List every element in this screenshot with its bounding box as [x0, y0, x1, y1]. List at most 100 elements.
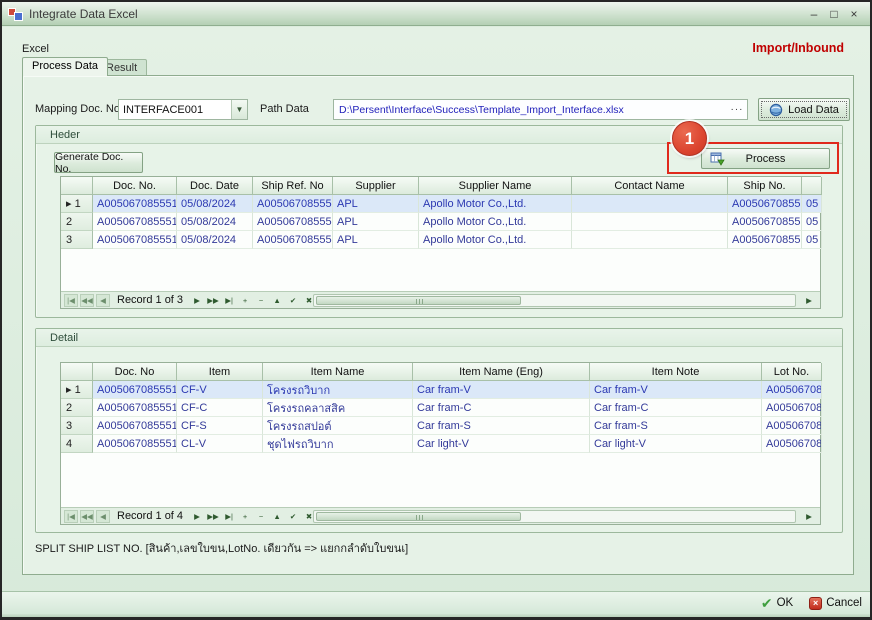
grid-cell[interactable]: A0050670855511 — [93, 417, 177, 435]
row-indicator[interactable]: 4 — [61, 435, 93, 453]
grid-cell[interactable] — [572, 231, 728, 249]
grid-cell[interactable]: A0050670855513 — [93, 231, 177, 249]
table-row[interactable]: 4A0050670855511CL-VชุดไฟรถวิบากCar light… — [61, 435, 820, 453]
grid-cell[interactable]: 05/08/2024 — [177, 213, 253, 231]
edit-record-icon[interactable]: ▲ — [270, 510, 284, 523]
grid-cell[interactable]: A0050670855511 — [93, 381, 177, 399]
grid-cell[interactable] — [572, 213, 728, 231]
grid-cell[interactable]: A00506708555... — [253, 195, 333, 213]
scrollbar-thumb[interactable] — [316, 512, 521, 521]
grid-cell[interactable]: A0050670855512 — [93, 213, 177, 231]
table-row[interactable]: ▸ 1A005067085551105/08/2024A00506708555.… — [61, 195, 820, 213]
minimize-icon[interactable]: – — [804, 7, 824, 21]
grid-cell[interactable]: Apollo Motor Co.,Ltd. — [419, 213, 572, 231]
detail-grid[interactable]: Doc. NoItemItem NameItem Name (Eng)Item … — [60, 362, 821, 525]
next-record-icon[interactable]: ▶ — [190, 294, 204, 307]
browse-ellipsis-button[interactable]: ··· — [727, 104, 747, 115]
grid-cell[interactable]: Car fram-C — [590, 399, 762, 417]
append-record-icon[interactable]: + — [238, 294, 252, 307]
grid-cell[interactable]: A005067085 — [762, 381, 822, 399]
row-indicator[interactable]: 3 — [61, 417, 93, 435]
column-header-Item[interactable]: Item — [177, 363, 263, 381]
prev-record-icon[interactable]: ◀ — [96, 510, 110, 523]
column-header-Lot No.[interactable]: Lot No. — [762, 363, 822, 381]
prev-page-icon[interactable]: ◀◀ — [80, 294, 94, 307]
column-header-Item Name (Eng)[interactable]: Item Name (Eng) — [413, 363, 590, 381]
grid-cell[interactable]: โครงรถวิบาก — [263, 381, 413, 399]
scrollbar-thumb[interactable] — [316, 296, 521, 305]
horizontal-scrollbar[interactable] — [313, 510, 796, 523]
row-indicator[interactable]: 3 — [61, 231, 93, 249]
grid-cell[interactable]: Car fram-C — [413, 399, 590, 417]
column-header-Ship No.[interactable]: Ship No. — [728, 177, 802, 195]
last-record-icon[interactable]: ▶| — [222, 294, 236, 307]
column-header-Ship Ref. No[interactable]: Ship Ref. No — [253, 177, 333, 195]
edit-record-icon[interactable]: ▲ — [270, 294, 284, 307]
ok-button[interactable]: ✔ OK — [761, 595, 793, 612]
table-row[interactable]: 2A0050670855511CF-CโครงรถคลาสสิคCar fram… — [61, 399, 820, 417]
column-header-Doc. No[interactable]: Doc. No — [93, 363, 177, 381]
grid-cell[interactable]: CL-V — [177, 435, 263, 453]
grid-cell[interactable]: Apollo Motor Co.,Ltd. — [419, 195, 572, 213]
table-row[interactable]: 2A005067085551205/08/2024A00506708555...… — [61, 213, 820, 231]
close-icon[interactable]: × — [844, 7, 864, 21]
grid-cell[interactable]: A00506708555... — [728, 195, 802, 213]
grid-cell[interactable]: ชุดไฟรถวิบาก — [263, 435, 413, 453]
column-header-Supplier Name[interactable]: Supplier Name — [419, 177, 572, 195]
column-header-Doc. No.[interactable]: Doc. No. — [93, 177, 177, 195]
cancel-button[interactable]: × Cancel — [809, 597, 862, 610]
column-header-Item Note[interactable]: Item Note — [590, 363, 762, 381]
grid-cell[interactable]: 05 — [802, 213, 822, 231]
path-data-field[interactable]: D:\Persent\Interface\Success\Template_Im… — [333, 99, 748, 120]
column-header-Doc. Date[interactable]: Doc. Date — [177, 177, 253, 195]
scroll-right-icon[interactable]: ▶ — [802, 294, 816, 307]
column-header-blank[interactable] — [802, 177, 822, 195]
grid-cell[interactable]: A00506708555... — [253, 231, 333, 249]
grid-cell[interactable]: Car fram-V — [590, 381, 762, 399]
grid-cell[interactable]: A00506708555... — [253, 213, 333, 231]
process-button[interactable]: Process — [701, 148, 830, 169]
grid-cell[interactable]: APL — [333, 231, 419, 249]
table-row[interactable]: 3A0050670855511CF-Sโครงรถสปอต์Car fram-S… — [61, 417, 820, 435]
tab-process-data[interactable]: Process Data — [22, 57, 108, 76]
table-row[interactable]: ▸ 1A0050670855511CF-VโครงรถวิบากCar fram… — [61, 381, 820, 399]
column-header-Supplier[interactable]: Supplier — [333, 177, 419, 195]
horizontal-scrollbar[interactable] — [313, 294, 796, 307]
prev-record-icon[interactable]: ◀ — [96, 294, 110, 307]
grid-cell[interactable]: Car fram-V — [413, 381, 590, 399]
grid-cell[interactable]: A005067085 — [762, 399, 822, 417]
grid-cell[interactable]: A00506708555... — [728, 213, 802, 231]
grid-cell[interactable]: A005067085 — [762, 435, 822, 453]
row-indicator[interactable]: ▸ 1 — [61, 381, 93, 399]
grid-cell[interactable] — [572, 195, 728, 213]
append-record-icon[interactable]: + — [238, 510, 252, 523]
post-edit-icon[interactable]: ✔ — [286, 510, 300, 523]
grid-cell[interactable]: 05/08/2024 — [177, 195, 253, 213]
grid-cell[interactable]: CF-V — [177, 381, 263, 399]
generate-doc-no-button[interactable]: Generate Doc. No. — [54, 152, 143, 173]
row-indicator[interactable]: 2 — [61, 213, 93, 231]
grid-cell[interactable]: CF-S — [177, 417, 263, 435]
scroll-right-icon[interactable]: ▶ — [802, 510, 816, 523]
next-record-icon[interactable]: ▶ — [190, 510, 204, 523]
grid-cell[interactable]: โครงรถสปอต์ — [263, 417, 413, 435]
table-row[interactable]: 3A005067085551305/08/2024A00506708555...… — [61, 231, 820, 249]
grid-cell[interactable]: Car light-V — [413, 435, 590, 453]
column-header-Contact Name[interactable]: Contact Name — [572, 177, 728, 195]
prev-page-icon[interactable]: ◀◀ — [80, 510, 94, 523]
grid-cell[interactable]: Apollo Motor Co.,Ltd. — [419, 231, 572, 249]
grid-cell[interactable]: A00506708555... — [728, 231, 802, 249]
delete-record-icon[interactable]: − — [254, 294, 268, 307]
grid-cell[interactable]: Car fram-S — [590, 417, 762, 435]
first-record-icon[interactable]: |◀ — [64, 510, 78, 523]
row-indicator[interactable]: ▸ 1 — [61, 195, 93, 213]
grid-cell[interactable]: A005067085 — [762, 417, 822, 435]
grid-cell[interactable]: APL — [333, 213, 419, 231]
row-indicator[interactable]: 2 — [61, 399, 93, 417]
post-edit-icon[interactable]: ✔ — [286, 294, 300, 307]
grid-cell[interactable]: A0050670855511 — [93, 399, 177, 417]
grid-cell[interactable]: โครงรถคลาสสิค — [263, 399, 413, 417]
grid-cell[interactable]: Car fram-S — [413, 417, 590, 435]
grid-cell[interactable]: APL — [333, 195, 419, 213]
delete-record-icon[interactable]: − — [254, 510, 268, 523]
